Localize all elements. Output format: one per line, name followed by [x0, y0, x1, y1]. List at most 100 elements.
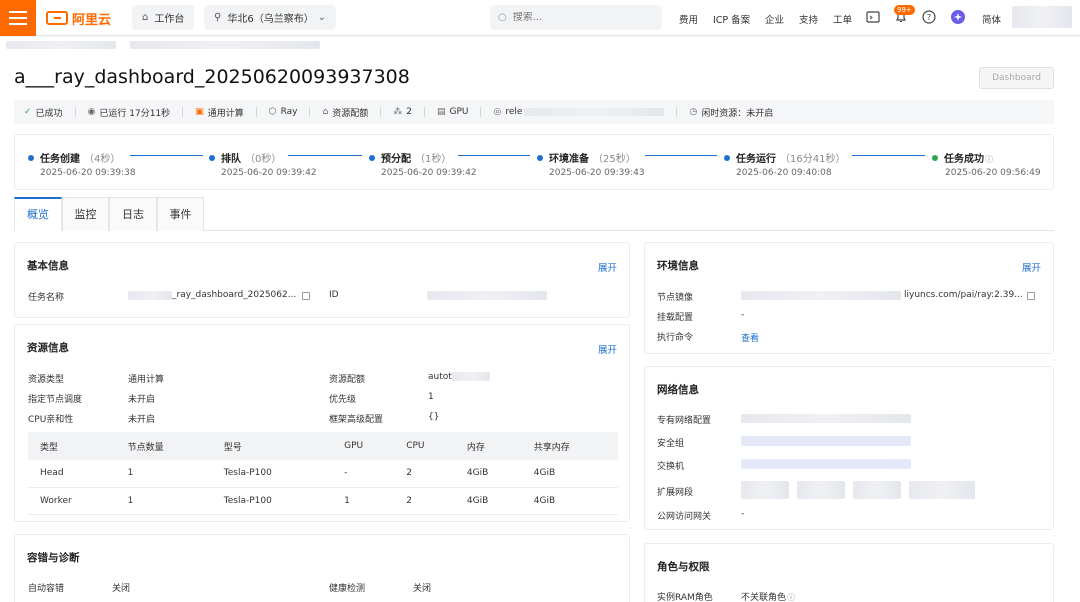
breadcrumb-redacted-2 [130, 41, 320, 49]
status-owner: ◎ rele [493, 107, 665, 117]
divider [255, 107, 257, 117]
col-model: 型号 [211, 432, 333, 460]
step-time: 2025-06-20 09:39:42 [221, 168, 317, 178]
expand-link[interactable]: 展开 [598, 260, 617, 274]
security-group-redacted[interactable] [741, 436, 911, 446]
cell: Head [28, 460, 116, 488]
task-name-value: _ray_dashboard_2025062... [172, 290, 297, 300]
image-redacted [741, 291, 901, 300]
ai-assistant-icon[interactable] [951, 10, 965, 24]
search-icon: ○ [498, 12, 507, 23]
nav-enterprise[interactable]: 企业 [765, 12, 784, 26]
quota-redacted [452, 372, 490, 381]
owner-redacted [524, 108, 665, 116]
cell: 2 [394, 487, 455, 515]
task-name-label: 任务名称 [28, 293, 65, 303]
language-switch[interactable]: 简体 [982, 12, 1001, 26]
status-runtime: ◉ 已运行 17分11秒 [88, 106, 171, 119]
owner-label: rele [505, 107, 523, 117]
workbench-button[interactable]: ⌂ 工作台 [132, 5, 195, 30]
auto-fault-value: 关闭 [112, 584, 131, 594]
card-title: 环境信息 [657, 260, 699, 272]
ext-cidr-redacted-1 [741, 481, 789, 499]
mount-label: 挂载配置 [657, 313, 694, 323]
framework-config-label: 框架高级配置 [329, 415, 384, 425]
quota-label: 资源配额 [332, 108, 369, 119]
step-duration: （4秒） [84, 154, 121, 165]
card-title: 网络信息 [657, 384, 699, 396]
ext-cidr-redacted-4 [909, 481, 975, 499]
view-command-link[interactable]: 查看 [741, 331, 759, 344]
tab-overview[interactable]: 概览 [14, 197, 62, 231]
id-label: ID [329, 290, 339, 300]
nav-ticket[interactable]: 工单 [833, 12, 852, 26]
check-icon: ✓ [24, 107, 32, 117]
step-name: 排队 [221, 154, 241, 165]
search-input[interactable] [512, 12, 653, 23]
auto-fault-label: 自动容错 [28, 584, 65, 594]
step-name: 任务创建 [40, 154, 80, 165]
expand-link[interactable]: 展开 [1022, 260, 1041, 274]
mount-value: - [741, 310, 745, 320]
step-duration: （25秒） [593, 154, 636, 165]
quota-label: 资源配额 [329, 375, 366, 385]
search-box[interactable]: ○ [490, 5, 662, 30]
ram-role-label: 实例RAM角色 [657, 593, 713, 602]
chevron-down-icon: ⌄ [317, 12, 326, 23]
col-node-count: 节点数量 [115, 432, 212, 460]
tab-events[interactable]: 事件 [157, 197, 204, 231]
tab-bar: 概览 监控 日志 事件 [14, 197, 1054, 231]
logo-mark-icon [46, 11, 68, 25]
card-title: 角色与权限 [657, 561, 710, 573]
location-icon: ⚲ [214, 12, 222, 23]
basic-info-card: 基本信息 展开 [14, 242, 630, 318]
copy-icon[interactable] [302, 292, 310, 300]
table-row: Worker 1 Tesla-P100 1 2 4GiB 4GiB [28, 487, 618, 515]
help-icon[interactable]: ? [922, 10, 936, 24]
step-duration: （16分41秒） [780, 154, 846, 165]
cell: - [332, 460, 395, 488]
step-time: 2025-06-20 09:39:38 [40, 168, 136, 178]
user-account-redacted[interactable] [1012, 6, 1072, 28]
status-gpu: ▤ GPU [437, 107, 469, 117]
expand-link[interactable]: 展开 [598, 342, 617, 356]
step-running: 任务运行 （16分41秒） [724, 150, 845, 165]
cell: 4GiB [521, 460, 618, 488]
switch-redacted[interactable] [741, 459, 911, 469]
col-shared-memory: 共享内存 [521, 432, 618, 460]
cpu-affinity-value: 未开启 [128, 415, 156, 425]
ram-role-text: 不关联角色 [741, 593, 787, 602]
hamburger-menu-icon[interactable] [0, 0, 36, 36]
help-icon[interactable]: ⓘ [787, 593, 795, 602]
framework-config-value: {} [428, 412, 440, 422]
status-framework: ⬡ Ray [269, 107, 298, 117]
svg-text:?: ? [927, 13, 931, 22]
col-memory: 内存 [454, 432, 522, 460]
health-check-value: 关闭 [413, 584, 432, 594]
terminal-icon[interactable] [866, 10, 880, 24]
region-selector[interactable]: ⚲ 华北6（乌兰察布） ⌄ [204, 5, 336, 30]
help-icon[interactable]: ⓘ [985, 155, 993, 164]
nav-billing[interactable]: 费用 [679, 12, 698, 26]
copy-icon[interactable] [1027, 292, 1035, 300]
nav-icp[interactable]: ICP 备案 [713, 12, 750, 26]
node-schedule-value: 未开启 [128, 395, 156, 405]
user-icon: ◎ [493, 107, 502, 117]
step-success: 任务成功ⓘ [932, 150, 993, 165]
breadcrumb-area [0, 37, 1080, 55]
nav-support[interactable]: 支持 [799, 12, 818, 26]
dashboard-button[interactable]: Dashboard [979, 67, 1054, 89]
region-label: 华北6（乌兰察布） [227, 14, 314, 25]
status-quota[interactable]: ⌂ 资源配额 [322, 106, 368, 119]
step-duration: （0秒） [245, 154, 282, 165]
step-dot [28, 155, 34, 161]
card-title: 基本信息 [27, 260, 69, 272]
step-name: 预分配 [381, 154, 411, 165]
step-connector [852, 155, 925, 156]
step-time: 2025-06-20 09:39:42 [381, 168, 477, 178]
status-success: ✓ 已成功 [24, 106, 63, 119]
tab-logs[interactable]: 日志 [109, 197, 157, 231]
quota-value[interactable]: autot [428, 372, 452, 382]
tab-monitor[interactable]: 监控 [62, 197, 109, 231]
aliyun-logo[interactable]: 阿里云 [46, 9, 111, 28]
